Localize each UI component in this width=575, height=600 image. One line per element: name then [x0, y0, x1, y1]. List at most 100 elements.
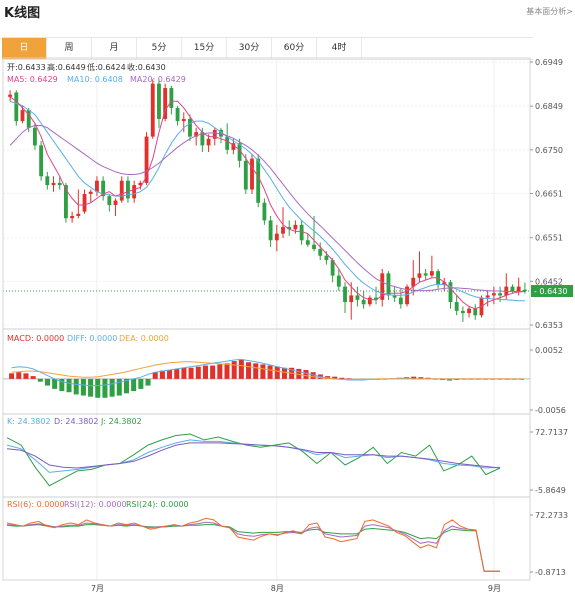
macd-bar [181, 367, 187, 379]
legend-rsi6: RSI(6): 0.0000 [7, 500, 65, 509]
candle-body [361, 299, 366, 305]
legend-diff: DIFF: 0.0000 [67, 334, 117, 343]
current-price-label: - 0.6430 [534, 287, 567, 296]
candle-body [181, 118, 186, 122]
macd-bar [339, 377, 345, 379]
macd-bar [253, 363, 259, 379]
macd-bar [231, 361, 237, 379]
legend-ma5: MA5: 0.6429 [7, 75, 58, 84]
candle-body [150, 83, 155, 137]
macd-bar [9, 373, 15, 379]
rsi6-line [6, 517, 500, 572]
macd-bar [281, 367, 287, 379]
legend-open: 开:0.6433 [7, 63, 46, 72]
macd-bar [167, 370, 173, 379]
candle-body [312, 244, 316, 250]
macd-bar [274, 366, 280, 379]
candle-body [324, 255, 329, 261]
candle-body [448, 282, 453, 303]
candle-body [107, 196, 112, 205]
candle-body [256, 158, 261, 203]
candle-body [516, 286, 521, 292]
rsi12-line [6, 521, 500, 572]
candle-body [473, 308, 478, 316]
candle-body [349, 295, 354, 303]
candle-body [243, 160, 248, 190]
candle-body [417, 273, 422, 278]
candle-body [39, 145, 44, 177]
macd-bar [73, 378, 79, 395]
macd-panel [3, 358, 530, 398]
price-tick-label: 0.6949 [535, 58, 563, 67]
candle-body [274, 233, 279, 241]
macd-tick-label: -0.0056 [535, 406, 566, 415]
rsi-tick-label: 72.2733 [535, 511, 568, 520]
macd-bar [16, 372, 22, 379]
legend-close: 收:0.6430 [127, 62, 166, 72]
macd-bar [224, 363, 230, 379]
candle-body [429, 271, 434, 276]
legend-d: D: 24.3802 [54, 417, 98, 426]
candle-body [318, 249, 323, 256]
legend-rsi24: RSI(24): 0.0000 [126, 500, 189, 509]
candle-body [45, 176, 50, 186]
legend-rsi12: RSI(12): 0.0000 [64, 500, 127, 509]
price-tick-label: 0.6452 [535, 277, 563, 286]
candle-body [57, 182, 62, 186]
ma10-line [9, 100, 525, 302]
candle-body [336, 275, 341, 287]
macd-bar [80, 378, 86, 396]
macd-bar [188, 367, 194, 379]
macd-bar [66, 378, 72, 393]
candle-body [82, 193, 87, 212]
candle-body [460, 310, 465, 314]
rsi24-line [6, 524, 500, 572]
candle-body [281, 227, 285, 234]
candle-body [157, 83, 161, 119]
candle-body [498, 293, 503, 296]
macd-bar [138, 378, 144, 389]
macd-tick-label: 0.0052 [535, 346, 563, 355]
candle-body [88, 191, 93, 194]
candle-body [132, 185, 137, 199]
candle-body [70, 216, 75, 219]
candle-body [225, 136, 230, 150]
month-label: 9月 [488, 584, 501, 593]
candle-body [343, 286, 347, 303]
candle-body [268, 220, 273, 241]
candle-body [398, 297, 403, 305]
legend-ma10: MA10: 0.6408 [67, 75, 123, 84]
candle-body [188, 118, 192, 137]
macd-bar [131, 378, 137, 392]
macd-bar [30, 376, 36, 379]
macd-bar [260, 364, 266, 379]
legend-k: K: 24.3802 [7, 417, 51, 426]
candle-body [113, 200, 118, 205]
macd-bar [202, 365, 208, 379]
macd-bar [303, 370, 309, 379]
price-tick-label: 0.6651 [535, 190, 563, 199]
candle-body [169, 88, 174, 108]
legend-macd: MACD: 0.0000 [7, 334, 64, 343]
j-line [6, 433, 501, 487]
candle-body [293, 224, 298, 230]
candle-body [510, 286, 515, 292]
rsi-tick-label: -0.8713 [535, 568, 566, 577]
price-tick-label: 0.6849 [535, 102, 563, 111]
kdj-tick-label: 72.7137 [535, 428, 568, 437]
candle-body [175, 107, 180, 122]
kdj-tick-label: -5.8649 [535, 486, 566, 495]
macd-bar [95, 378, 101, 398]
legend-high: 高:0.6449 [47, 62, 86, 72]
kdj-panel [6, 433, 501, 487]
price-tick-label: 0.6353 [535, 321, 563, 330]
candle-body [355, 295, 360, 300]
macd-bar [238, 360, 244, 379]
candle-body [485, 295, 490, 298]
candle-body [250, 158, 254, 190]
macd-bar [217, 364, 223, 379]
macd-bar [37, 378, 43, 382]
candle-body [32, 127, 37, 146]
macd-bar [52, 378, 58, 389]
macd-bar [210, 365, 216, 379]
